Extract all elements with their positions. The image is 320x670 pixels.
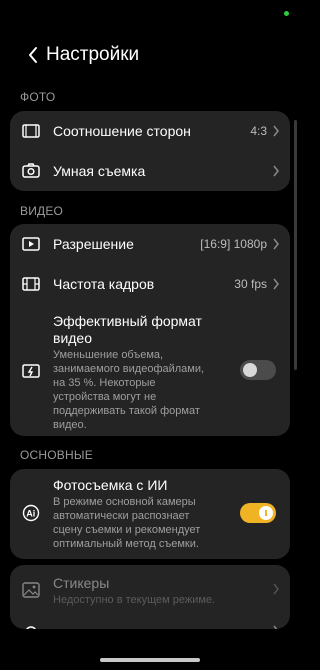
frame-rate-label: Частота кадров [53, 276, 155, 292]
ai-photo-desc-1: В режиме основной камеры [53, 496, 196, 508]
stickers-label: Стикеры [53, 575, 110, 591]
ai-photo-desc-2: автоматически распознает [53, 510, 190, 522]
back-button[interactable] [18, 40, 48, 70]
smart-shooting-row[interactable]: Умная съемка [10, 151, 290, 191]
extra-card: Стикеры Недоступно в текущем режиме. [10, 565, 290, 629]
aspect-ratio-row[interactable]: Соотношение сторон 4:3 [10, 111, 290, 151]
stickers-desc: Недоступно в текущем режиме. [53, 594, 216, 606]
video-card: Разрешение [16:9] 1080p Частота кадров 3… [10, 224, 290, 436]
ai-icon: Ai [22, 504, 40, 522]
chevron-right-icon [273, 583, 279, 595]
frame-rate-row[interactable]: Частота кадров 30 fps [10, 264, 290, 304]
efficient-format-desc-3: на 35 %. Некоторые [53, 377, 156, 389]
page-title: Настройки [46, 44, 140, 65]
chevron-right-icon [273, 238, 279, 250]
chevron-right-icon [273, 125, 279, 137]
resolution-icon [22, 235, 40, 253]
chevron-right-icon [273, 278, 279, 290]
chevron-right-icon [273, 165, 279, 177]
status-indicator [284, 11, 289, 16]
film-icon [22, 275, 40, 293]
scrollbar[interactable] [294, 120, 297, 370]
resolution-label: Разрешение [53, 236, 134, 252]
efficient-format-label-line1: Эффективный формат [53, 313, 202, 329]
stickers-row[interactable]: Стикеры Недоступно в текущем режиме. [10, 565, 290, 611]
aspect-ratio-label: Соотношение сторон [53, 123, 191, 139]
section-video-label: ВИДЕО [20, 204, 64, 218]
section-main-label: ОСНОВНЫЕ [20, 448, 93, 462]
back-arrow-icon [29, 47, 37, 63]
smart-shooting-label: Умная съемка [53, 163, 146, 179]
aspect-ratio-icon [22, 122, 40, 140]
chevron-right-icon [273, 625, 278, 629]
partial-row[interactable] [10, 617, 290, 629]
ai-photo-label: Фотосъемка с ИИ [53, 477, 168, 493]
svg-text:Ai: Ai [26, 509, 35, 519]
image-icon [22, 581, 40, 599]
section-photo-label: ФОТО [20, 90, 56, 104]
photo-card: Соотношение сторон 4:3 Умная съемка [10, 111, 290, 191]
ai-photo-desc-3: сцену съемки и рекомендует [53, 524, 201, 536]
header: Настройки [0, 40, 300, 70]
main-card: Ai Фотосъемка с ИИ В режиме основной кам… [10, 469, 290, 559]
efficient-format-label-line2: видео [53, 330, 92, 346]
video-lightning-icon [22, 362, 40, 380]
aspect-ratio-value: 4:3 [250, 124, 267, 138]
ai-photo-desc-4: оптимальный метод съемки. [53, 538, 199, 550]
efficient-format-desc-2: занимаемого видеофайлами, [53, 363, 205, 375]
resolution-value: [16:9] 1080p [200, 237, 267, 251]
resolution-row[interactable]: Разрешение [16:9] 1080p [10, 224, 290, 264]
frame-rate-value: 30 fps [234, 277, 267, 291]
camera-icon [22, 162, 40, 180]
efficient-format-desc-5: поддерживать такой формат [53, 405, 200, 417]
home-indicator[interactable] [100, 658, 200, 662]
efficient-format-row[interactable]: Эффективный формат видео Уменьшение объе… [10, 304, 290, 436]
efficient-format-desc-1: Уменьшение объема, [53, 349, 164, 361]
ai-photo-toggle[interactable] [240, 503, 276, 523]
efficient-format-desc-6: видео. [53, 419, 87, 431]
efficient-format-desc-4: устройства могут не [53, 391, 157, 403]
efficient-format-toggle[interactable] [240, 360, 276, 380]
toggle-knob [243, 363, 257, 377]
toggle-knob [259, 506, 273, 520]
gear-icon [22, 623, 40, 629]
ai-photo-row[interactable]: Ai Фотосъемка с ИИ В режиме основной кам… [10, 469, 290, 559]
